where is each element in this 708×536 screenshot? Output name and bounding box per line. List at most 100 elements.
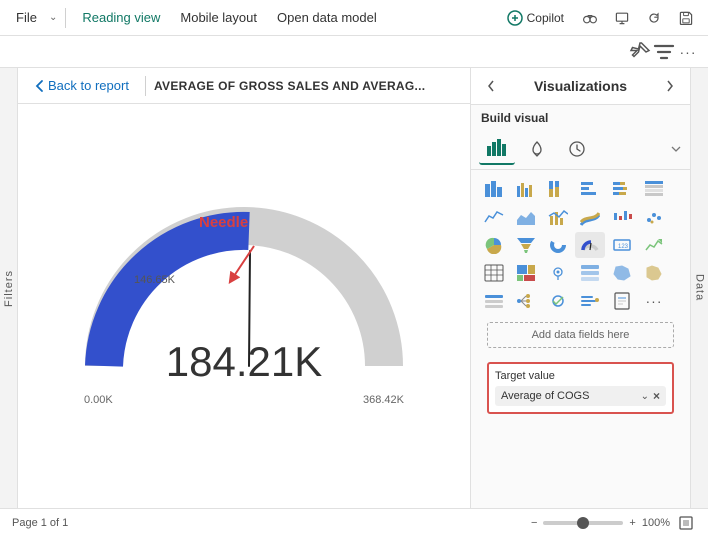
right-panel: Visualizations Build visual	[470, 68, 690, 508]
add-data-fields[interactable]: Add data fields here	[487, 322, 674, 348]
zoom-plus[interactable]: +	[629, 517, 635, 529]
viz-pie[interactable]	[479, 232, 509, 258]
viz-tab-chart[interactable]	[479, 133, 515, 165]
viz-100-bar[interactable]	[543, 176, 573, 202]
panel-expand-right[interactable]	[660, 76, 680, 96]
panel-title: Visualizations	[534, 78, 627, 94]
viz-treemap[interactable]	[511, 260, 541, 286]
menu-bar: File ⌄ Reading view Mobile layout Open d…	[0, 0, 708, 36]
viz-row-1	[479, 176, 682, 202]
viz-kpi[interactable]	[639, 232, 669, 258]
target-chip-remove[interactable]: ×	[653, 389, 660, 403]
menu-mobile-layout[interactable]: Mobile layout	[172, 6, 265, 29]
filters-tab[interactable]: Filters	[0, 68, 18, 508]
back-arrow-icon	[34, 79, 44, 93]
viz-slicer[interactable]	[479, 288, 509, 314]
zoom-level: 100%	[642, 517, 670, 529]
viz-key-influencers[interactable]	[543, 288, 573, 314]
menu-open-data-model[interactable]: Open data model	[269, 6, 385, 29]
viz-decomp-tree[interactable]	[511, 288, 541, 314]
target-chip-label: Average of COGS	[501, 390, 589, 402]
gauge-value: 184.21K	[166, 338, 322, 386]
viz-donut[interactable]	[543, 232, 573, 258]
viz-tab-analytics[interactable]	[559, 133, 595, 165]
filter-toolbar-icon[interactable]	[652, 40, 676, 64]
binoculars-icon[interactable]	[576, 4, 604, 32]
viz-stacked-bar[interactable]	[479, 176, 509, 202]
menu-sep-1	[65, 8, 66, 28]
zoom-minus[interactable]: −	[531, 517, 537, 529]
filters-label: Filters	[3, 270, 15, 307]
viz-line-column[interactable]	[543, 204, 573, 230]
viz-row-2	[479, 204, 682, 230]
tab-separator	[145, 76, 146, 96]
viz-table[interactable]	[479, 260, 509, 286]
target-chip: Average of COGS ⌄ ×	[495, 386, 666, 406]
tab-title: AVERAGE OF GROSS SALES AND AVERAG...	[154, 79, 426, 93]
more-toolbar-icon[interactable]: ···	[676, 40, 700, 64]
build-visual-label: Build visual	[471, 105, 690, 129]
pin-toolbar-icon[interactable]	[628, 40, 652, 64]
copilot-label: Copilot	[527, 11, 564, 25]
viz-row-4	[479, 260, 682, 286]
viz-row-5: ···	[479, 288, 682, 314]
main-area: Filters Back to report AVERAGE OF GROSS …	[0, 68, 708, 508]
viz-tab-format[interactable]	[519, 133, 555, 165]
gauge-min: 0.00K	[84, 394, 113, 406]
needle-arrow	[224, 241, 264, 294]
copilot-icon	[507, 10, 523, 26]
viz-horiz-bar[interactable]	[575, 176, 605, 202]
viz-gauge[interactable]	[575, 232, 605, 258]
zoom-thumb	[577, 517, 589, 529]
viz-stacked-horiz[interactable]	[607, 176, 637, 202]
viz-row-3: 123	[479, 232, 682, 258]
icon-tabs	[471, 129, 690, 170]
viz-matrix[interactable]	[639, 176, 669, 202]
target-value-label: Target value	[495, 370, 666, 382]
chevron-down-icon	[670, 143, 682, 155]
viz-smart-narrative[interactable]	[575, 288, 605, 314]
viz-filled-map[interactable]	[607, 260, 637, 286]
viz-paginated-report[interactable]	[607, 288, 637, 314]
tab-bar: Back to report AVERAGE OF GROSS SALES AN…	[18, 68, 470, 104]
zoom-controls: − + 100%	[531, 513, 696, 533]
status-bar: Page 1 of 1 − + 100%	[0, 508, 708, 536]
viz-area[interactable]	[511, 204, 541, 230]
panel-collapse-left[interactable]	[481, 76, 501, 96]
menu-file[interactable]: File	[8, 6, 45, 29]
viz-grid: 123	[471, 170, 690, 508]
viz-card[interactable]: 123	[607, 232, 637, 258]
chart-area: Needle 146.65K 184.21K 0.00K 368.42K	[18, 104, 470, 508]
menu-reading-view[interactable]: Reading view	[74, 6, 168, 29]
viz-shape-map[interactable]	[639, 260, 669, 286]
viz-clustered-bar[interactable]	[511, 176, 541, 202]
toolbar: ···	[0, 36, 708, 68]
back-to-report-button[interactable]: Back to report	[26, 74, 137, 97]
data-side-label: Data	[694, 274, 706, 301]
needle-label: Needle	[199, 214, 248, 231]
save-icon[interactable]	[672, 4, 700, 32]
page-indicator: Page 1 of 1	[12, 517, 68, 529]
target-section: Target value Average of COGS ⌄ ×	[487, 362, 674, 414]
data-side-tab[interactable]: Data	[690, 68, 708, 508]
copilot-button[interactable]: Copilot	[499, 4, 572, 32]
viz-scatter[interactable]	[639, 204, 669, 230]
target-chip-dropdown[interactable]: ⌄	[641, 391, 649, 402]
fit-to-page-icon[interactable]	[676, 513, 696, 533]
target-chip-actions: ⌄ ×	[641, 389, 660, 403]
panel-header: Visualizations	[471, 68, 690, 105]
viz-map[interactable]	[543, 260, 573, 286]
gauge-max: 368.42K	[363, 394, 404, 406]
refresh-icon[interactable]	[640, 4, 668, 32]
monitor-icon[interactable]	[608, 4, 636, 32]
viz-waterfall[interactable]	[607, 204, 637, 230]
gauge-marker-label: 146.65K	[134, 274, 175, 286]
gauge-chart: Needle 146.65K 184.21K 0.00K 368.42K	[74, 196, 414, 416]
viz-multi-row-card[interactable]	[575, 260, 605, 286]
viz-ribbon[interactable]	[575, 204, 605, 230]
viz-more[interactable]: ···	[639, 288, 669, 314]
zoom-slider[interactable]	[543, 521, 623, 525]
left-panel: Back to report AVERAGE OF GROSS SALES AN…	[18, 68, 470, 508]
viz-funnel[interactable]	[511, 232, 541, 258]
viz-line[interactable]	[479, 204, 509, 230]
